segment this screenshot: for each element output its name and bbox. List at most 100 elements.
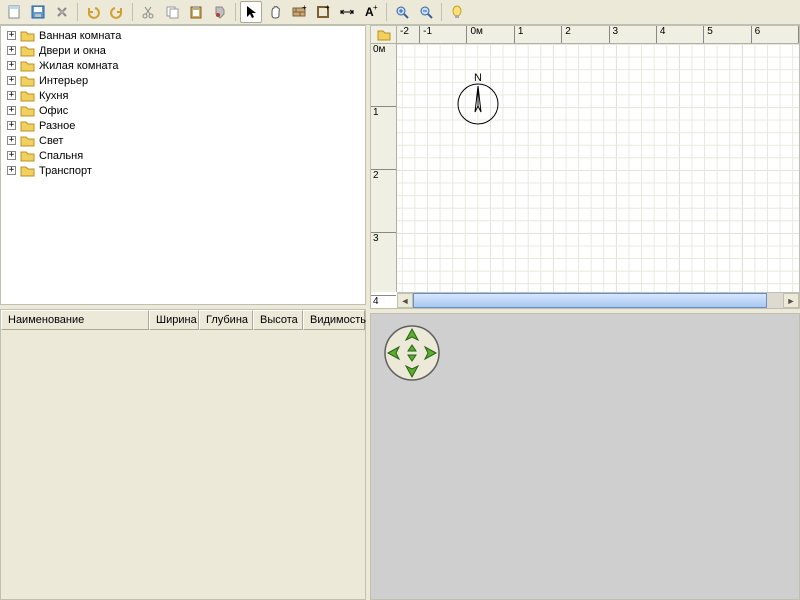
column-header[interactable]: Видимость (303, 310, 365, 330)
horizontal-ruler: -2-10м123456 (397, 26, 799, 44)
paste-button[interactable] (185, 1, 207, 23)
horizontal-scrollbar[interactable]: ◄ ► (397, 292, 799, 308)
grid[interactable]: N (397, 44, 799, 292)
tree-item[interactable]: + Транспорт (1, 163, 365, 178)
toolbar-separator (441, 3, 442, 21)
tree-item[interactable]: + Свет (1, 133, 365, 148)
tree-item-label: Транспорт (39, 165, 92, 177)
tree-item[interactable]: +Кухня (1, 88, 365, 103)
ruler-tick: 4 (657, 26, 704, 43)
scroll-right-button[interactable]: ► (783, 293, 799, 308)
add-room-button[interactable]: + (312, 1, 334, 23)
expand-icon[interactable]: + (7, 121, 16, 130)
svg-text:+: + (373, 4, 378, 12)
expand-icon[interactable]: + (7, 91, 16, 100)
column-header[interactable]: Высота (253, 310, 303, 330)
expand-icon[interactable]: + (7, 31, 16, 40)
column-header[interactable]: Глубина (199, 310, 253, 330)
expand-icon[interactable]: + (7, 136, 16, 145)
tree-item-label: Офис (39, 105, 68, 117)
expand-icon[interactable]: + (7, 46, 16, 55)
add-wall-button[interactable]: + (288, 1, 310, 23)
ruler-tick: 4 (371, 296, 396, 309)
add-text-button[interactable]: A+ (360, 1, 382, 23)
settings-button[interactable] (51, 1, 73, 23)
hint-button[interactable] (446, 1, 468, 23)
tree-item[interactable]: + Двери и окна (1, 43, 365, 58)
folder-icon (20, 120, 35, 132)
column-header[interactable]: Ширина (149, 310, 199, 330)
tree-item-label: Жилая комната (39, 60, 118, 72)
zoom-out-button[interactable] (415, 1, 437, 23)
expand-icon[interactable]: + (7, 166, 16, 175)
3d-view[interactable] (370, 313, 800, 600)
ruler-corner (371, 26, 397, 44)
left-column: + Ванная комната + Двери и окна + Жилая комна… (0, 25, 370, 600)
ruler-tick: 1 (371, 107, 396, 170)
toolbar-separator (386, 3, 387, 21)
folder-icon (20, 165, 35, 177)
main-toolbar: + + A+ (0, 0, 800, 25)
scroll-track[interactable] (413, 293, 783, 308)
tree-item-label: Двери и окна (39, 45, 106, 57)
column-header[interactable]: Наименование (1, 310, 149, 330)
folder-icon (20, 90, 35, 102)
ruler-tick: 0м (467, 26, 514, 43)
vertical-ruler: 0м1234 (371, 44, 397, 292)
ruler-tick: 3 (610, 26, 657, 43)
toolbar-separator (77, 3, 78, 21)
ruler-tick: 3 (371, 233, 396, 296)
folder-icon (20, 45, 35, 57)
expand-icon[interactable]: + (7, 76, 16, 85)
tree-item-label: Разное (39, 120, 75, 132)
plan-canvas[interactable]: -2-10м123456 0м1234 N ◄ ► (370, 25, 800, 309)
expand-icon[interactable]: + (7, 151, 16, 160)
toolbar-separator (132, 3, 133, 21)
table-header: НаименованиеШиринаГлубинаВысотаВидимость (1, 310, 365, 330)
compass-icon: N (453, 72, 503, 122)
expand-icon[interactable]: + (7, 106, 16, 115)
tree-item[interactable]: + Разное (1, 118, 365, 133)
right-column: -2-10м123456 0м1234 N ◄ ► (370, 25, 800, 600)
tree-item[interactable]: + Жилая комната (1, 58, 365, 73)
zoom-in-button[interactable] (391, 1, 413, 23)
compass-label: N (474, 72, 482, 84)
folder-icon (20, 30, 35, 42)
ruler-tick: 6 (752, 26, 799, 43)
folder-icon (20, 150, 35, 162)
save-button[interactable] (27, 1, 49, 23)
scroll-left-button[interactable]: ◄ (397, 293, 413, 308)
tree-item-label: Спальня (39, 150, 83, 162)
tree-item[interactable]: + Спальня (1, 148, 365, 163)
catalog-tree[interactable]: + Ванная комната + Двери и окна + Жилая комна… (0, 25, 366, 305)
ruler-tick: 5 (704, 26, 751, 43)
redo-button[interactable] (106, 1, 128, 23)
tree-item[interactable]: +Интерьер (1, 73, 365, 88)
nav-disc[interactable] (383, 324, 441, 385)
tree-item[interactable]: + Офис (1, 103, 365, 118)
toolbar-separator (235, 3, 236, 21)
folder-icon (20, 60, 35, 72)
new-button[interactable] (3, 1, 25, 23)
ruler-tick: 2 (371, 170, 396, 233)
tree-item-label: Ванная комната (39, 30, 121, 42)
copy-button[interactable] (161, 1, 183, 23)
tree-item[interactable]: + Ванная комната (1, 28, 365, 43)
ruler-tick: 0м (371, 44, 396, 107)
ruler-tick: -1 (420, 26, 467, 43)
cut-button[interactable] (137, 1, 159, 23)
svg-text:+: + (325, 4, 330, 12)
main-area: + Ванная комната + Двери и окна + Жилая комна… (0, 25, 800, 600)
dimension-button[interactable] (336, 1, 358, 23)
undo-button[interactable] (82, 1, 104, 23)
pointer-button[interactable] (240, 1, 262, 23)
folder-icon (20, 135, 35, 147)
folder-icon (20, 75, 35, 87)
tree-item-label: Свет (39, 135, 63, 147)
ruler-tick: 1 (515, 26, 562, 43)
scroll-thumb[interactable] (413, 293, 767, 308)
properties-table: НаименованиеШиринаГлубинаВысотаВидимость (0, 309, 366, 600)
pan-button[interactable] (264, 1, 286, 23)
expand-icon[interactable]: + (7, 61, 16, 70)
paint-button[interactable] (209, 1, 231, 23)
